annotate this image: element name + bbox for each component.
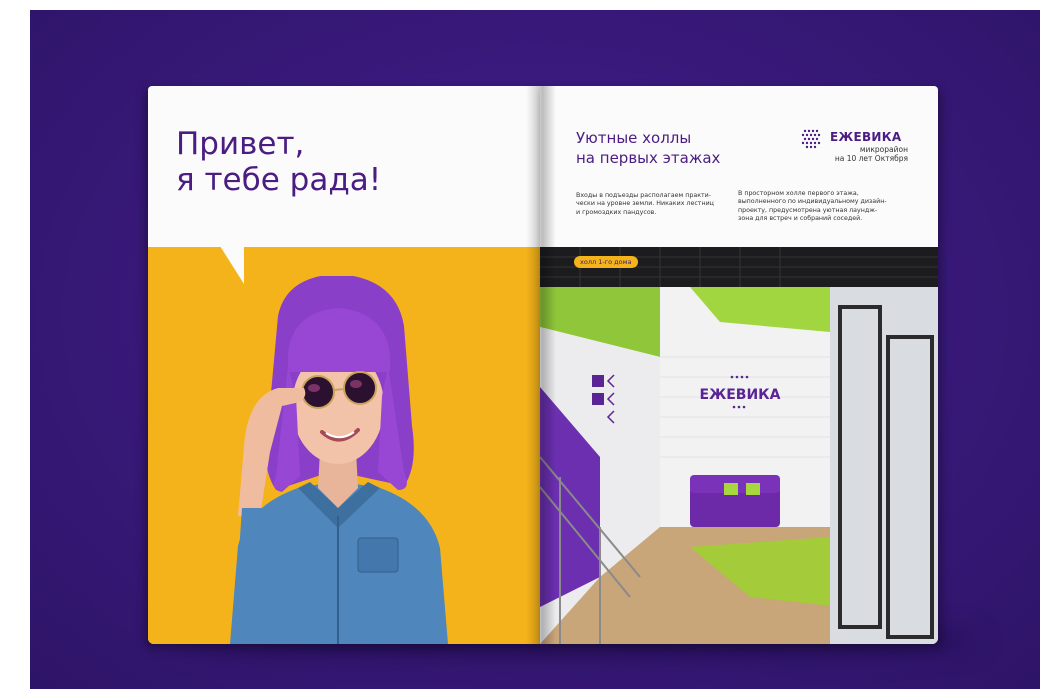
page-gutter — [526, 86, 556, 644]
text-col1-line-3: и громоздких пандусов. — [576, 208, 657, 216]
right-page: Уютные холлы на первых этажах ЕЖЕВИКА ми… — [540, 86, 938, 644]
text-col2-line-1: В просторном холле первого этажа, — [738, 190, 859, 197]
hall-heading: Уютные холлы на первых этажах — [576, 128, 720, 168]
greeting-line-2: я тебе рада! — [176, 162, 382, 198]
hall-heading-line-1: Уютные холлы — [576, 129, 692, 147]
brand-name: ЕЖЕВИКА — [830, 130, 902, 144]
left-page: Привет, я тебе рада! — [148, 86, 544, 644]
brand-sub-line-2: на 10 лет Октября — [834, 154, 908, 163]
wall-logo-text: ЕЖЕВИКА — [700, 387, 781, 403]
text-col2-line-3: проекту, предусмотрена уютная лаундж- — [738, 206, 878, 214]
brand-subtitle: микрорайон на 10 лет Октября — [808, 145, 908, 163]
greeting-heading: Привет, я тебе рада! — [176, 126, 381, 198]
woman-portrait-image — [230, 276, 448, 644]
brand-sub-line-1: микрорайон — [859, 145, 908, 154]
photo-caption-tag: холл 1-го дома — [574, 256, 638, 268]
text-col1-line-1: Входы в подъезды располагаем практи- — [576, 192, 712, 199]
text-column-1: Входы в подъезды располагаем практи- чес… — [576, 192, 714, 217]
text-col2-line-2: выполненного по индивидуальному дизайн- — [738, 198, 887, 206]
magazine-scene: Привет, я тебе рада! Уютные холлы на пер… — [30, 10, 1040, 689]
lobby-interior-image: ЕЖЕВИКА — [540, 247, 938, 644]
greeting-line-1: Привет, — [176, 126, 305, 162]
text-column-2: В просторном холле первого этажа, выполн… — [738, 190, 887, 223]
brand-logo: ЕЖЕВИКА микрорайон на 10 лет Октября — [800, 128, 920, 168]
hall-heading-line-2: на первых этажах — [576, 149, 721, 167]
text-col2-line-4: зона для встреч и собраний соседей. — [738, 214, 863, 222]
text-col1-line-2: чески на уровне земли. Никаких лестниц — [576, 200, 714, 208]
